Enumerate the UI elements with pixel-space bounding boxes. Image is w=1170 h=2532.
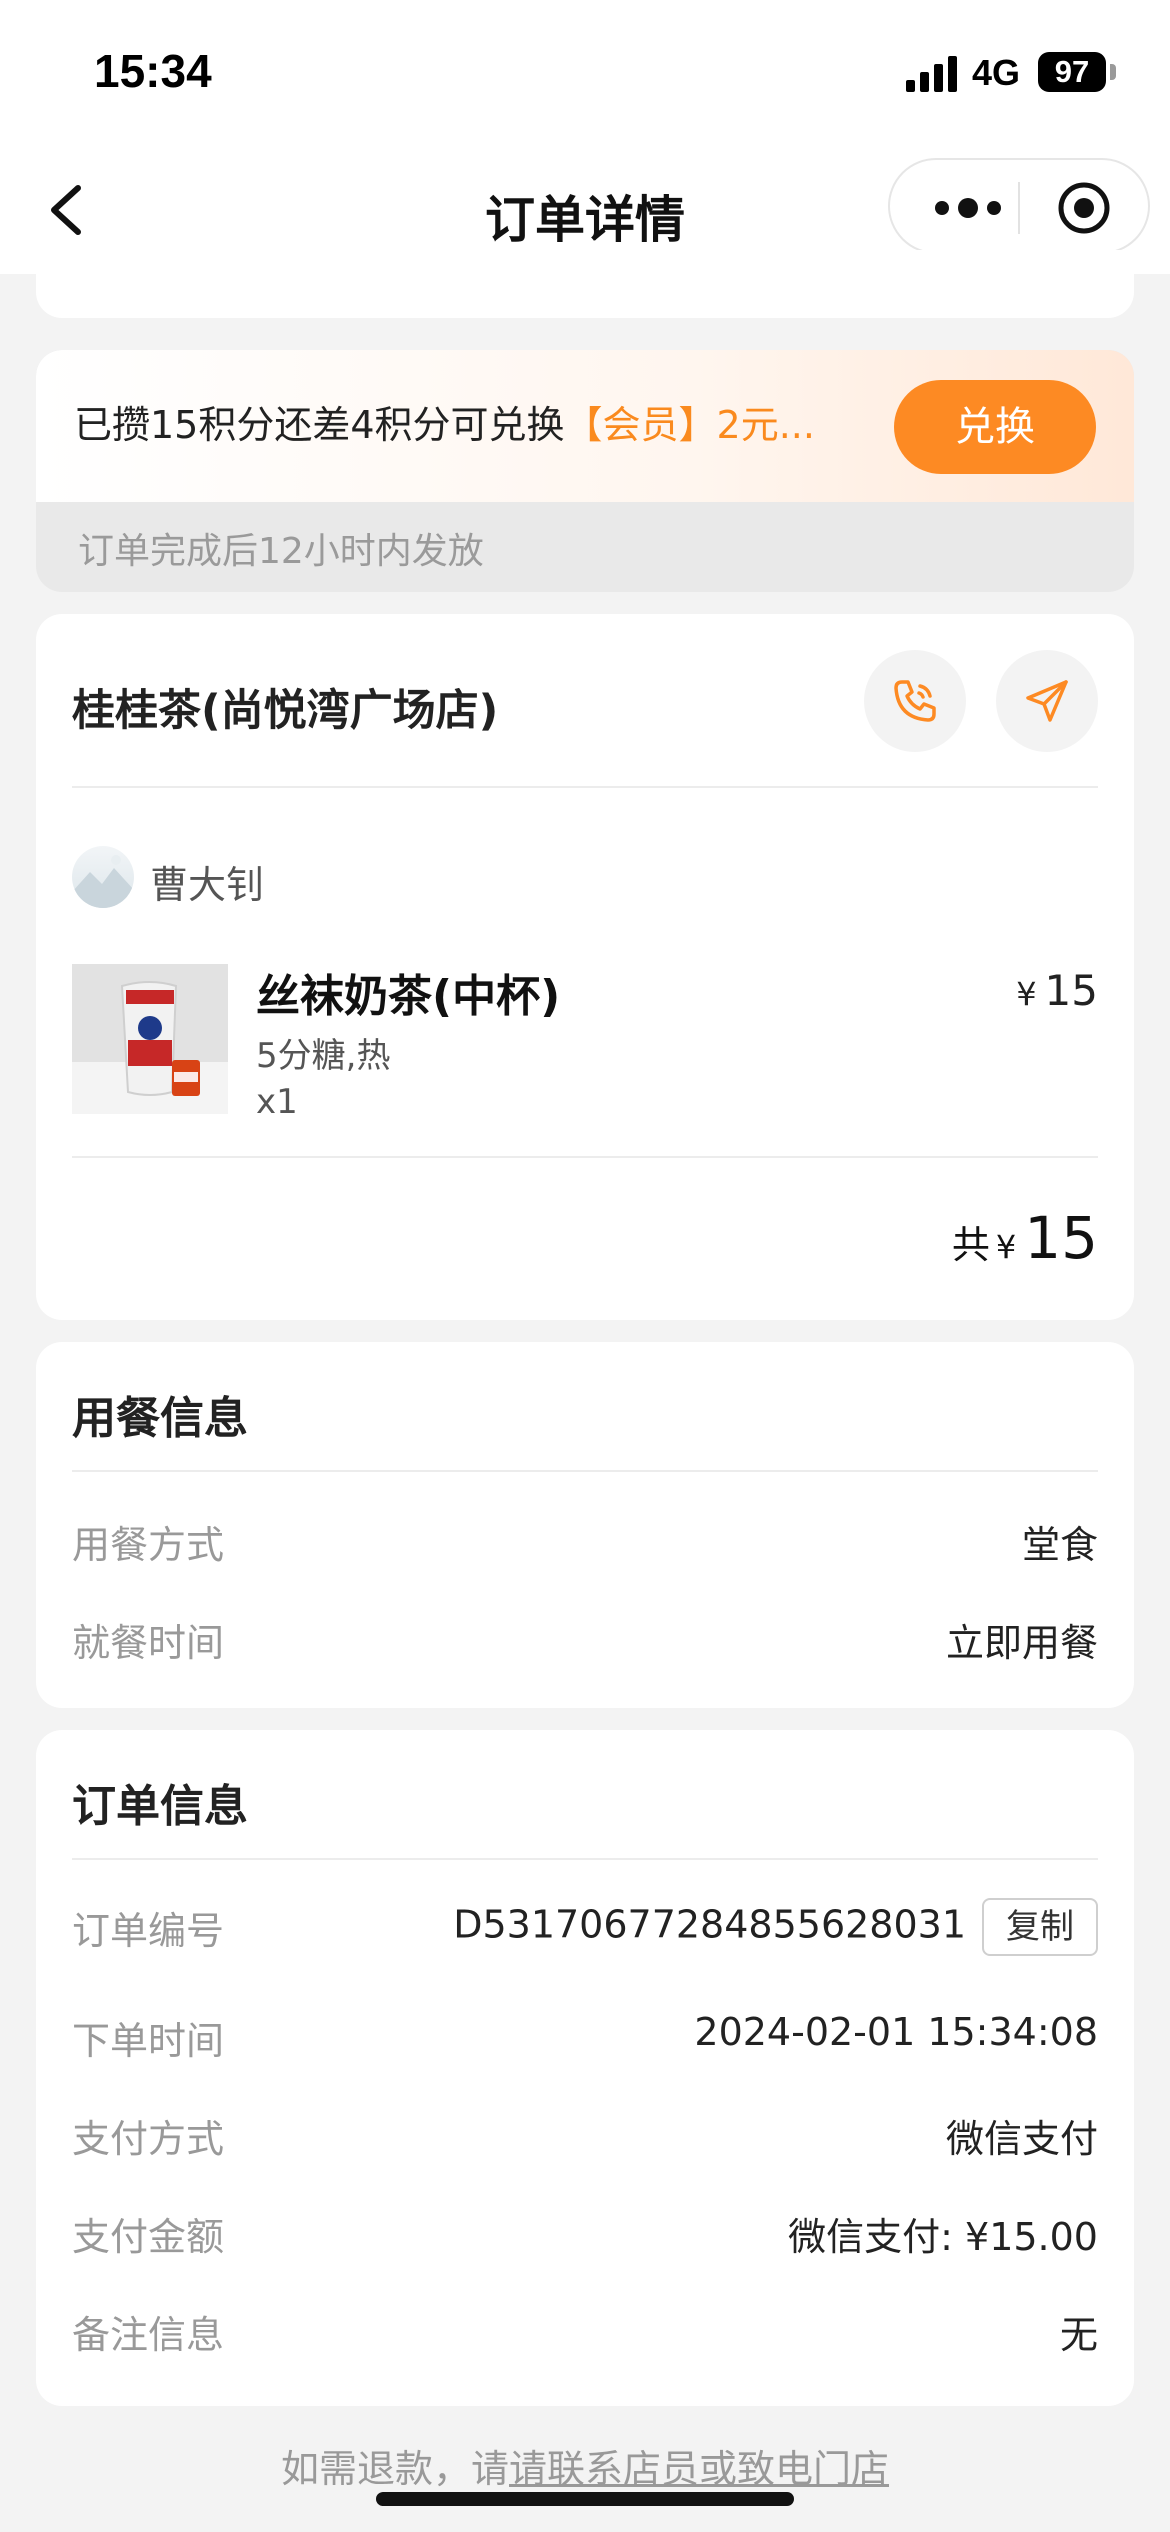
contact-store-link[interactable]: 请联系店员或致电门店 xyxy=(509,2447,889,2491)
order-info-title: 订单信息 xyxy=(72,1781,248,1832)
dining-time-label: 就餐时间 xyxy=(72,1621,225,1665)
points-note: 订单完成后12小时内发放 xyxy=(78,531,484,572)
refund-note: 如需退款，请请联系店员或致电门店 xyxy=(0,2438,1170,2493)
dining-time-value: 立即用餐 xyxy=(945,1621,1098,1665)
product-name: 丝袜奶茶(中杯) xyxy=(256,971,561,1022)
meal-info-card: 用餐信息 用餐方式 堂食 就餐时间 立即用餐 xyxy=(36,1342,1134,1708)
points-text-prefix: 已攒15积分还差4积分可兑换 xyxy=(74,403,565,447)
total-currency: ¥ xyxy=(995,1228,1017,1266)
username: 曹大钊 xyxy=(150,863,265,907)
price-value: 15 xyxy=(1044,966,1098,1015)
mountain-avatar-icon xyxy=(72,855,134,908)
status-time: 15:34 xyxy=(94,45,212,97)
points-text-highlight: 【会员】2元... xyxy=(564,403,815,447)
divider xyxy=(72,1470,1098,1472)
navigation-arrow-icon xyxy=(1026,680,1068,722)
store-card: 桂桂茶(尚悦湾广场店) 曹大钊 丝袜奶茶(中杯) 5分糖,热 x1 ¥ 15 共… xyxy=(36,614,1134,1320)
phone-icon xyxy=(894,680,936,722)
dining-mode-value: 堂食 xyxy=(1021,1523,1098,1567)
mini-program-capsule xyxy=(888,158,1150,254)
previous-card xyxy=(36,250,1134,318)
redeem-button[interactable]: 兑换 xyxy=(894,380,1096,474)
product-image xyxy=(72,964,228,1114)
product-price: ¥15 xyxy=(1016,966,1098,1015)
order-time-label: 下单时间 xyxy=(72,2019,225,2063)
signal-icon xyxy=(906,56,957,92)
divider xyxy=(72,1858,1098,1860)
battery-tip xyxy=(1110,64,1116,80)
order-number-label: 订单编号 xyxy=(72,1909,225,1953)
divider xyxy=(72,786,1098,788)
remark-value: 无 xyxy=(1059,2313,1098,2357)
points-banner: 已攒15积分还差4积分可兑换【会员】2元... 兑换 xyxy=(36,350,1134,502)
avatar xyxy=(72,846,134,908)
navigate-store-button[interactable] xyxy=(996,650,1098,752)
product-quantity: x1 xyxy=(256,1082,298,1122)
refund-note-prefix: 如需退款，请 xyxy=(280,2447,509,2491)
order-time-value: 2024-02-01 15:34:08 xyxy=(694,2010,1098,2054)
payment-method-label: 支付方式 xyxy=(72,2117,225,2161)
divider xyxy=(72,1156,1098,1158)
points-text: 已攒15积分还差4积分可兑换【会员】2元... xyxy=(74,394,815,449)
battery-icon: 97 xyxy=(1038,52,1106,92)
milk-tea-can-icon xyxy=(72,964,228,1114)
meal-info-title: 用餐信息 xyxy=(72,1393,248,1444)
total-label: 共 xyxy=(951,1223,990,1267)
capsule-divider xyxy=(1018,182,1020,234)
order-number-row: D53170677284855628031 复制 xyxy=(453,1898,1098,1956)
payment-amount-value: 微信支付: ¥15.00 xyxy=(788,2215,1098,2259)
points-card: 已攒15积分还差4积分可兑换【会员】2元... 兑换 订单完成后12小时内发放 xyxy=(36,350,1134,592)
call-store-button[interactable] xyxy=(864,650,966,752)
currency-symbol: ¥ xyxy=(1016,975,1037,1013)
product-spec: 5分糖,热 xyxy=(256,1036,391,1076)
close-target-icon[interactable] xyxy=(1056,180,1112,236)
payment-amount-label: 支付金额 xyxy=(72,2215,225,2259)
copy-button[interactable]: 复制 xyxy=(982,1898,1098,1956)
total-amount: 15 xyxy=(1024,1204,1098,1272)
order-info-card: 订单信息 订单编号 D53170677284855628031 复制 下单时间 2… xyxy=(36,1730,1134,2406)
status-bar: 15:34 4G 97 xyxy=(0,0,1170,150)
payment-method-value: 微信支付 xyxy=(945,2117,1098,2161)
remark-label: 备注信息 xyxy=(72,2313,225,2357)
more-icon[interactable] xyxy=(928,188,1008,228)
store-name: 桂桂茶(尚悦湾广场店) xyxy=(72,686,499,736)
home-indicator[interactable] xyxy=(376,2492,794,2506)
network-type: 4G xyxy=(972,52,1021,93)
order-number: D53170677284855628031 xyxy=(453,1902,966,1947)
order-total: 共 ¥15 xyxy=(952,1204,1098,1272)
dining-mode-label: 用餐方式 xyxy=(72,1523,225,1567)
